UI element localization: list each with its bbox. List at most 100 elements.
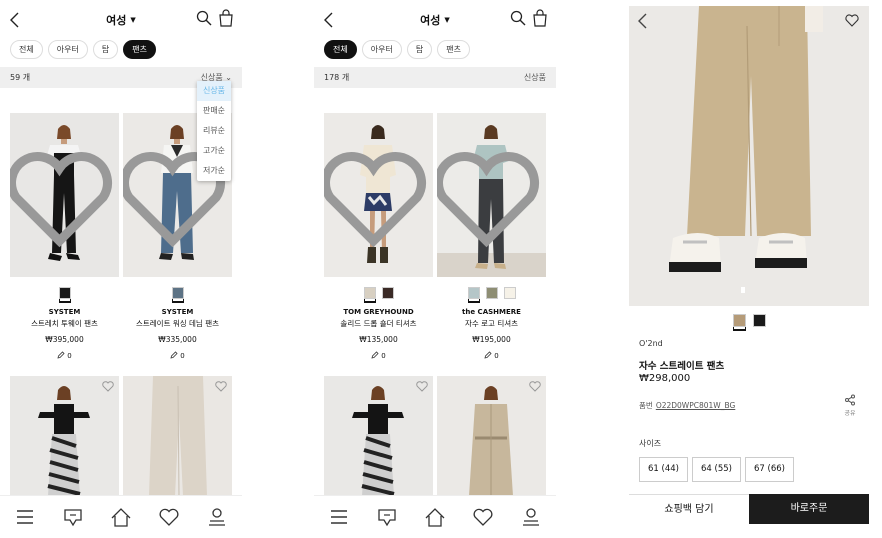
shopping-bag-icon[interactable] (218, 9, 234, 27)
chip-outer[interactable]: 아우터 (47, 40, 88, 59)
color-swatch[interactable] (58, 287, 71, 299)
heart-icon[interactable] (158, 506, 180, 528)
color-swatch[interactable] (467, 287, 480, 299)
color-swatch[interactable] (363, 287, 376, 299)
heart-icon[interactable] (416, 381, 428, 392)
chip-all[interactable]: 전체 (324, 40, 357, 59)
heart-icon[interactable] (437, 118, 541, 277)
product-hero-image[interactable] (629, 6, 869, 306)
top-bar: 여성 ▼ (0, 6, 242, 34)
heart-icon[interactable] (324, 118, 428, 277)
product-name: 스트레이트 워싱 데님 팬츠 (135, 319, 220, 328)
product-name: 자수 스트레이트 팬츠 (639, 361, 725, 372)
product-price: ₩135,000 (359, 335, 398, 344)
sort-option[interactable]: 저가순 (197, 161, 231, 181)
heart-icon[interactable] (472, 506, 494, 528)
buy-now-button[interactable]: 바로주문 (749, 494, 869, 524)
review-count: 0 (123, 351, 232, 360)
menu-icon[interactable] (14, 506, 36, 528)
product-list-screen: 여성 ▼ 전체 아우터 탑 팬츠 59 개 신상품 ⌄ SYSTEM 스트레치 … (0, 0, 242, 538)
sort-option[interactable]: 신상품 (197, 81, 231, 101)
search-icon[interactable] (510, 10, 526, 26)
size-option[interactable]: 67 (66) (745, 457, 794, 482)
chip-top[interactable]: 탑 (406, 40, 433, 59)
product-code-link[interactable]: O22D0WPC801W_BG (656, 401, 735, 410)
product-image[interactable] (10, 113, 119, 277)
product-brand: SYSTEM (161, 308, 194, 316)
search-icon[interactable] (196, 10, 212, 26)
product-list-screen: 여성 ▼ 전체 아우터 탑 팬츠 178 개 신상품 TOM GREYHOUND… (314, 0, 556, 538)
count-sort-bar: 178 개 신상품 (314, 67, 556, 88)
product-brand: SYSTEM (48, 308, 81, 316)
purchase-bar: 쇼핑백 담기 바로주문 (629, 494, 869, 524)
chip-pants[interactable]: 팬츠 (437, 40, 470, 59)
product-price: ₩298,000 (639, 373, 691, 384)
sort-option[interactable]: 리뷰순 (197, 121, 231, 141)
chip-top[interactable]: 탑 (92, 40, 119, 59)
heart-icon[interactable] (10, 118, 114, 277)
chevron-down-icon: ▼ (444, 16, 450, 24)
color-swatches (10, 287, 119, 299)
sort-option[interactable]: 판매순 (197, 101, 231, 121)
color-swatches (437, 287, 546, 299)
home-icon[interactable] (110, 506, 132, 528)
product-name: 스트레치 투웨이 팬츠 (31, 319, 98, 328)
product-image[interactable] (10, 376, 119, 496)
product-code: 품번 O22D0WPC801W_BG (639, 401, 736, 410)
chip-pants[interactable]: 팬츠 (123, 40, 156, 59)
product-name: 자수 로고 티셔츠 (464, 319, 519, 328)
size-option[interactable]: 61 (44) (639, 457, 688, 482)
heart-icon[interactable] (845, 14, 859, 27)
product-image[interactable] (324, 113, 433, 277)
review-count: 0 (10, 351, 119, 360)
user-icon[interactable] (520, 506, 542, 528)
size-label: 사이즈 (639, 439, 662, 448)
bottom-tab-bar (0, 495, 242, 538)
home-icon[interactable] (424, 506, 446, 528)
heart-icon[interactable] (529, 381, 541, 392)
color-swatch[interactable] (752, 314, 766, 327)
add-to-bag-button[interactable]: 쇼핑백 담기 (629, 494, 749, 524)
back-arrow-icon[interactable] (637, 12, 649, 30)
heart-icon[interactable] (102, 381, 114, 392)
share-button[interactable]: 공유 (843, 394, 857, 417)
carousel-indicator (741, 287, 745, 293)
share-icon (845, 394, 855, 406)
color-swatches (324, 287, 433, 299)
review-pen-icon (371, 351, 379, 359)
menu-icon[interactable] (328, 506, 350, 528)
product-price: ₩395,000 (45, 335, 84, 344)
product-detail-screen: O'2nd 자수 스트레이트 팬츠 ₩298,000 품번 O22D0WPC801… (629, 0, 869, 538)
heart-icon[interactable] (215, 381, 227, 392)
product-image[interactable] (437, 113, 546, 277)
review-count: 0 (437, 351, 546, 360)
product-brand[interactable]: O'2nd (639, 339, 663, 348)
size-option[interactable]: 64 (55) (692, 457, 741, 482)
color-swatch[interactable] (503, 287, 516, 299)
category-chips: 전체 아우터 탑 팬츠 (324, 40, 470, 59)
shopping-bag-icon[interactable] (532, 9, 548, 27)
review-pen-icon (57, 351, 65, 359)
product-image[interactable] (324, 376, 433, 496)
item-count: 59 개 (10, 73, 31, 82)
product-brand: the CASHMERE (462, 308, 521, 316)
user-icon[interactable] (206, 506, 228, 528)
sort-dropdown: 신상품 판매순 리뷰순 고가순 저가순 (197, 81, 231, 181)
chip-all[interactable]: 전체 (10, 40, 43, 59)
color-swatch[interactable] (171, 287, 184, 299)
chip-outer[interactable]: 아우터 (361, 40, 402, 59)
share-label: 공유 (844, 410, 856, 417)
color-swatch[interactable] (732, 314, 746, 327)
product-image[interactable] (437, 376, 546, 496)
sort-select[interactable]: 신상품 (524, 67, 546, 88)
product-image[interactable] (123, 376, 232, 496)
product-name: 솔리드 드롭 숄더 티셔츠 (340, 319, 417, 328)
chevron-down-icon: ▼ (130, 16, 136, 24)
color-swatches (123, 287, 232, 299)
chat-icon[interactable] (62, 506, 84, 528)
color-swatch[interactable] (485, 287, 498, 299)
color-swatch[interactable] (381, 287, 394, 299)
chat-icon[interactable] (376, 506, 398, 528)
sort-option[interactable]: 고가순 (197, 141, 231, 161)
category-chips: 전체 아우터 탑 팬츠 (10, 40, 156, 59)
